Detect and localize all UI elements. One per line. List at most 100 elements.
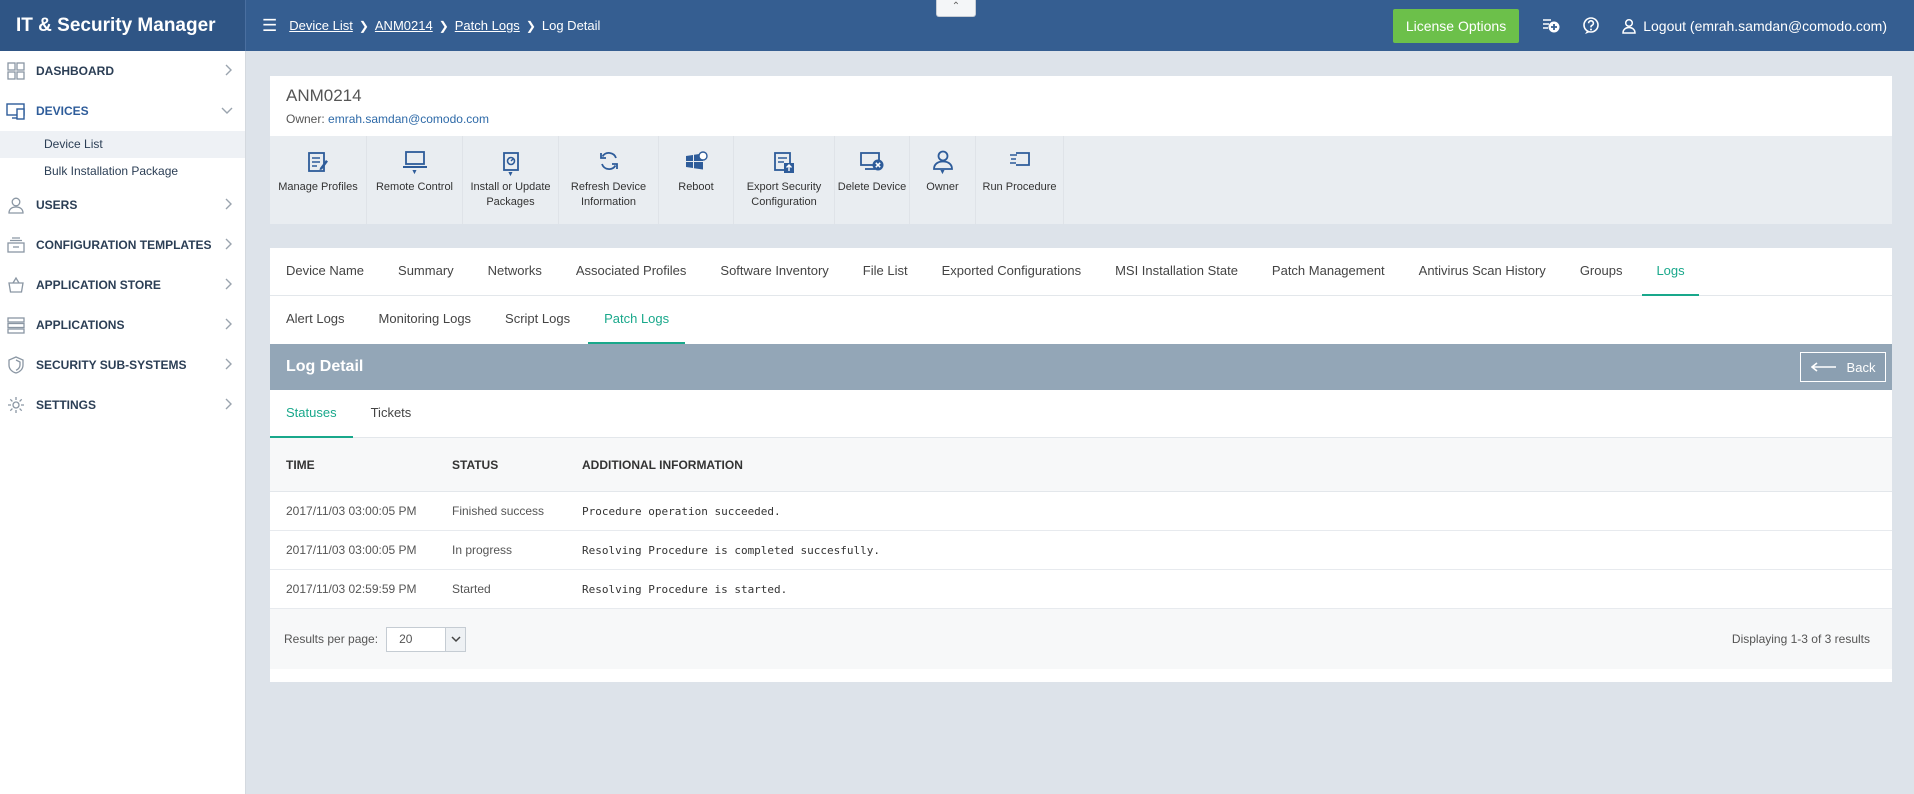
subtab-monitoring-logs[interactable]: Monitoring Logs	[379, 296, 472, 344]
chevron-down-icon	[445, 627, 466, 651]
tab-associated-profiles[interactable]: Associated Profiles	[576, 248, 687, 296]
logout-label: Logout (emrah.samdan@comodo.com)	[1643, 17, 1887, 34]
subtab-script-logs[interactable]: Script Logs	[505, 296, 570, 344]
tab-summary[interactable]: Summary	[398, 248, 454, 296]
delete-device-button[interactable]: Delete Device	[835, 136, 910, 224]
app-title[interactable]: IT & Security Manager	[0, 0, 246, 51]
tab-tickets[interactable]: Tickets	[371, 390, 412, 438]
caret-down-icon: ▼	[507, 171, 514, 178]
sidebar-item-label: CONFIGURATION TEMPLATES	[36, 238, 212, 252]
sidebar-item-applications[interactable]: APPLICATIONS	[0, 305, 245, 345]
sidebar-item-configuration-templates[interactable]: CONFIGURATION TEMPLATES	[0, 225, 245, 265]
tab-device-name[interactable]: Device Name	[286, 248, 364, 296]
refresh-icon	[599, 152, 618, 170]
table-row: 2017/11/03 03:00:05 PM Finished success …	[270, 492, 1892, 531]
breadcrumb-separator-icon: ❯	[525, 18, 536, 33]
cell-status: Started	[452, 582, 491, 596]
chevron-right-icon	[225, 398, 233, 413]
column-header-status[interactable]: STATUS	[452, 458, 582, 472]
sidebar-item-security-sub-systems[interactable]: SECURITY SUB-SYSTEMS	[0, 345, 245, 385]
install-update-packages-button[interactable]: ▼ Install or Update Packages	[463, 136, 559, 224]
dashboard-icon	[6, 61, 26, 81]
back-button[interactable]: Back	[1800, 352, 1886, 382]
sidebar-item-label: DASHBOARD	[36, 64, 114, 78]
tab-file-list[interactable]: File List	[863, 248, 908, 296]
tab-software-inventory[interactable]: Software Inventory	[720, 248, 828, 296]
sidebar-item-application-store[interactable]: APPLICATION STORE	[0, 265, 245, 305]
chevron-right-icon	[225, 278, 233, 293]
logout-button[interactable]: Logout (emrah.samdan@comodo.com)	[1621, 18, 1887, 34]
export-security-configuration-button[interactable]: Export Security Configuration	[734, 136, 835, 224]
chevron-right-icon	[225, 318, 233, 333]
chevron-right-icon	[225, 358, 233, 373]
cell-additional-information: Resolving Procedure is completed succesf…	[582, 543, 881, 557]
breadcrumb-separator-icon: ❯	[438, 18, 449, 33]
device-toolbar: Manage Profiles ▼ Remote Control ▼ Insta…	[270, 136, 1892, 224]
tab-statuses[interactable]: Statuses	[270, 390, 353, 438]
tab-exported-configurations[interactable]: Exported Configurations	[942, 248, 1081, 296]
sidebar-item-label: SECURITY SUB-SYSTEMS	[36, 358, 187, 372]
sidebar-subitem-bulk-installation[interactable]: Bulk Installation Package	[0, 158, 245, 185]
sidebar-item-label: APPLICATION STORE	[36, 278, 161, 292]
tab-msi-installation-state[interactable]: MSI Installation State	[1115, 248, 1238, 296]
owner-button[interactable]: ▼ Owner	[910, 136, 976, 224]
add-notification-icon[interactable]	[1541, 16, 1561, 36]
table-row: 2017/11/03 02:59:59 PM Started Resolving…	[270, 570, 1892, 609]
sidebar-item-dashboard[interactable]: DASHBOARD	[0, 51, 245, 91]
gear-icon	[6, 395, 26, 415]
menu-icon[interactable]: ☰	[262, 16, 277, 36]
owner-icon	[932, 150, 953, 170]
collapse-header-button[interactable]: ⌃	[936, 0, 976, 17]
license-options-button[interactable]: License Options	[1392, 8, 1520, 43]
cell-time: 2017/11/03 03:00:05 PM	[286, 504, 417, 518]
sidebar-item-devices[interactable]: DEVICES	[0, 91, 245, 131]
run-procedure-button[interactable]: Run Procedure	[976, 136, 1064, 224]
results-per-page-label: Results per page:	[284, 632, 379, 646]
breadcrumb-device[interactable]: ANM0214	[375, 18, 433, 33]
tab-logs[interactable]: Logs	[1642, 248, 1699, 296]
package-icon	[502, 152, 519, 171]
chevron-right-icon	[225, 198, 233, 213]
column-header-additional-information[interactable]: ADDITIONAL INFORMATION	[582, 458, 1892, 472]
help-icon[interactable]	[1581, 16, 1601, 36]
store-icon	[6, 275, 26, 295]
user-icon	[6, 195, 26, 215]
sidebar-item-users[interactable]: USERS	[0, 185, 245, 225]
sidebar: DASHBOARD DEVICES Device List Bulk Insta…	[0, 51, 246, 794]
owner-line: Owner: emrah.samdan@comodo.com	[286, 112, 1876, 126]
owner-email-link[interactable]: emrah.samdan@comodo.com	[328, 112, 489, 126]
device-header: ANM0214 Owner: emrah.samdan@comodo.com	[270, 76, 1892, 136]
delete-device-icon	[860, 152, 884, 171]
caret-down-icon: ▼	[939, 169, 946, 176]
manage-profiles-button[interactable]: Manage Profiles	[270, 136, 367, 224]
sidebar-item-settings[interactable]: SETTINGS	[0, 385, 245, 425]
tab-networks[interactable]: Networks	[488, 248, 542, 296]
subtab-alert-logs[interactable]: Alert Logs	[286, 296, 345, 344]
breadcrumb-current: Log Detail	[541, 18, 601, 33]
remote-control-button[interactable]: ▼ Remote Control	[367, 136, 463, 224]
reboot-button[interactable]: Reboot	[659, 136, 734, 224]
results-count: Displaying 1-3 of 3 results	[1731, 632, 1870, 646]
tab-antivirus-scan-history[interactable]: Antivirus Scan History	[1419, 248, 1546, 296]
chevron-right-icon	[225, 238, 233, 253]
refresh-device-information-button[interactable]: Refresh Device Information	[559, 136, 659, 224]
results-per-page: Results per page: 20	[284, 626, 467, 652]
tab-patch-management[interactable]: Patch Management	[1272, 248, 1385, 296]
column-header-time[interactable]: TIME	[286, 458, 452, 472]
device-tabbar: Device Name Summary Networks Associated …	[270, 248, 1892, 296]
cell-time: 2017/11/03 03:00:05 PM	[286, 543, 417, 557]
table-footer: Results per page: 20 Displaying 1-3 of 3…	[270, 609, 1892, 669]
results-per-page-select[interactable]: 20	[386, 626, 467, 652]
tab-groups[interactable]: Groups	[1580, 248, 1623, 296]
caret-down-icon: ▼	[411, 169, 418, 176]
device-tabs-panel: Device Name Summary Networks Associated …	[270, 248, 1892, 682]
table-row: 2017/11/03 03:00:05 PM In progress Resol…	[270, 531, 1892, 570]
breadcrumb-separator-icon: ❯	[358, 18, 369, 33]
user-icon	[1622, 18, 1636, 34]
breadcrumb-device-list[interactable]: Device List	[289, 18, 353, 33]
cell-additional-information: Procedure operation succeeded.	[582, 504, 781, 518]
sidebar-subitem-device-list[interactable]: Device List	[0, 131, 245, 158]
breadcrumb-patch-logs[interactable]: Patch Logs	[455, 18, 520, 33]
log-detail-title: Log Detail	[286, 358, 364, 375]
subtab-patch-logs[interactable]: Patch Logs	[588, 296, 686, 344]
